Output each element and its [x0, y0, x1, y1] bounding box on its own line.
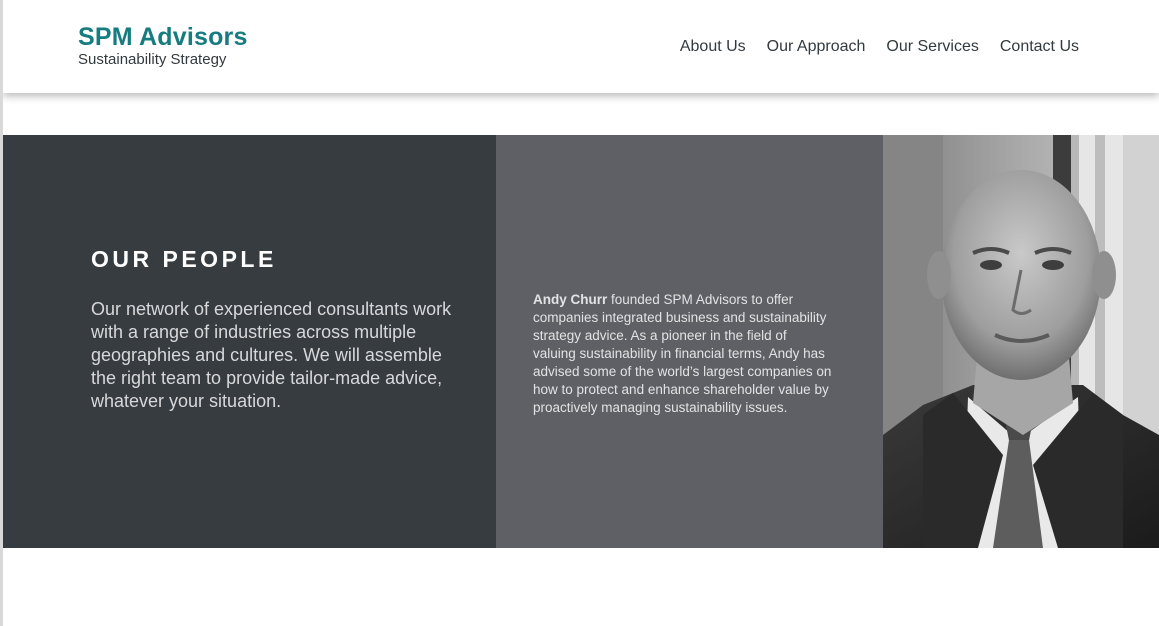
nav-our-services[interactable]: Our Services [886, 37, 978, 57]
brand[interactable]: SPM Advisors Sustainability Strategy [78, 22, 248, 68]
portrait-image [883, 135, 1159, 548]
bio-text: Andy Churr founded SPM Advisors to offer… [533, 291, 833, 417]
bio-panel: Andy Churr founded SPM Advisors to offer… [496, 135, 883, 548]
bio-body: founded SPM Advisors to offer companies … [533, 292, 832, 415]
bio-name: Andy Churr [533, 292, 608, 307]
page: SPM Advisors Sustainability Strategy Abo… [0, 0, 1159, 626]
nav-about-us[interactable]: About Us [680, 37, 746, 57]
people-intro-panel: OUR PEOPLE Our network of experienced co… [3, 135, 496, 548]
brand-title[interactable]: SPM Advisors [78, 22, 248, 52]
brand-subtitle: Sustainability Strategy [78, 51, 227, 68]
nav-our-approach[interactable]: Our Approach [767, 37, 866, 57]
portrait-photo [883, 135, 1159, 548]
nav-contact-us[interactable]: Contact Us [1000, 37, 1079, 57]
section-heading: OUR PEOPLE [91, 246, 277, 272]
people-intro-text: Our network of experienced consultants w… [91, 299, 452, 411]
site-header: SPM Advisors Sustainability Strategy Abo… [3, 0, 1159, 93]
our-people-section: OUR PEOPLE Our network of experienced co… [3, 135, 1159, 548]
main-nav: About Us Our Approach Our Services Conta… [680, 37, 1079, 57]
